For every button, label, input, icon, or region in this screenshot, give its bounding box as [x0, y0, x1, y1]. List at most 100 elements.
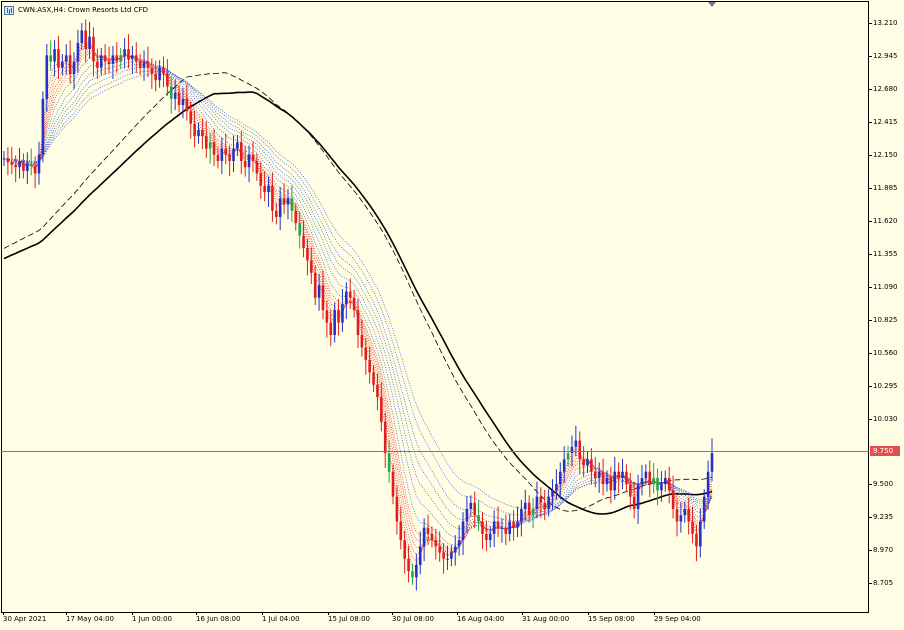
- candle-body: [329, 322, 333, 336]
- candle-body: [593, 471, 597, 478]
- candle-body: [185, 98, 189, 112]
- candle-body: [516, 521, 519, 528]
- candle-body: [177, 92, 181, 106]
- candle-body: [29, 163, 33, 166]
- chart-window-icon: [4, 5, 14, 15]
- candle-body: [477, 515, 480, 522]
- candle-body: [131, 55, 134, 60]
- candle-body: [504, 527, 508, 534]
- candle-body: [45, 55, 49, 99]
- candle-body: [282, 198, 286, 205]
- candle-body: [166, 73, 169, 87]
- candle-body: [691, 521, 694, 534]
- candle-body: [520, 509, 523, 522]
- candle-body: [465, 509, 469, 522]
- chart-title: CWN.ASX,H4: Crown Resorts Ltd CFD: [18, 6, 149, 14]
- candle-body: [492, 521, 496, 534]
- candle-body: [150, 67, 154, 74]
- candle-body: [391, 471, 395, 497]
- candle-body: [333, 310, 336, 336]
- candle-body: [613, 471, 617, 491]
- slow-ema-ribbon-line: [3, 70, 713, 516]
- candle-body: [271, 185, 274, 211]
- candle-body: [695, 533, 698, 547]
- candle-body: [399, 521, 403, 541]
- candle-body: [578, 440, 582, 460]
- candle-body: [228, 154, 231, 161]
- candle-body: [671, 490, 675, 510]
- price-tick-label: 12.680: [869, 85, 898, 93]
- chart-window[interactable]: CWN.ASX,H4: Crown Resorts Ltd CFD 9.750 …: [0, 0, 904, 630]
- candle-body: [485, 533, 488, 541]
- candle-body: [243, 160, 247, 168]
- candle-body: [302, 235, 305, 248]
- candle-body: [169, 86, 173, 99]
- time-tick-label: 15 Jul 08:00: [328, 612, 370, 623]
- candle-body: [648, 471, 652, 485]
- candle-body: [341, 303, 344, 323]
- time-tick-label: 30 Apr 2021: [3, 612, 47, 623]
- candle-body: [325, 310, 329, 323]
- candle-body: [481, 521, 484, 534]
- candle-body: [107, 61, 111, 65]
- candle-body: [146, 61, 150, 68]
- candle-body: [422, 527, 426, 547]
- long-moving-average-dashed-line: [3, 72, 713, 512]
- candle-body: [162, 67, 165, 74]
- candle-body: [383, 422, 387, 454]
- candle-body: [142, 61, 146, 68]
- candle-body: [181, 98, 185, 106]
- price-tick-label: 10.295: [869, 382, 898, 390]
- candle-body: [531, 509, 535, 516]
- candle-body: [356, 310, 360, 336]
- time-tick-label: 16 Jun 08:00: [196, 612, 241, 623]
- candle-body: [687, 509, 690, 522]
- time-tick-label: 1 Jun 00:00: [132, 612, 173, 623]
- candle-body: [656, 477, 659, 491]
- candle-body: [360, 335, 364, 348]
- candle-body: [617, 471, 620, 478]
- slow-ema-ribbon-line: [3, 66, 713, 522]
- candle-body: [64, 55, 68, 62]
- candle-body: [473, 502, 477, 516]
- price-axis[interactable]: 13.210 12.945 12.680 12.415 12.150 11.88…: [868, 0, 904, 614]
- candle-body: [679, 515, 683, 522]
- candle-body: [590, 459, 593, 472]
- price-tick-label: 11.355: [869, 250, 898, 258]
- candle-body: [33, 165, 37, 174]
- slow-ema-ribbon-line: [3, 61, 713, 530]
- candle-body: [224, 148, 228, 155]
- candle-body: [461, 521, 465, 541]
- chart-shift-marker-icon[interactable]: [708, 2, 716, 7]
- candle-body: [53, 49, 56, 62]
- candle-body: [313, 272, 317, 298]
- candle-body: [446, 558, 449, 560]
- current-price-line: [1, 451, 869, 452]
- price-tick-label: 11.620: [869, 217, 898, 225]
- candle-body: [418, 546, 422, 565]
- candle-body: [453, 546, 457, 553]
- candle-body: [621, 471, 624, 478]
- price-tick-label: 12.150: [869, 151, 898, 159]
- candle-body: [275, 210, 278, 217]
- time-axis[interactable]: 30 Apr 2021 17 May 04:00 1 Jun 00:00 16 …: [0, 612, 904, 630]
- candle-body: [345, 291, 348, 304]
- candle-body: [547, 496, 550, 510]
- candle-body: [442, 552, 445, 559]
- candle-body: [543, 502, 547, 510]
- candle-body: [255, 160, 259, 174]
- candle-body: [26, 163, 29, 171]
- price-tick-label: 13.210: [869, 19, 898, 27]
- candle-body: [92, 36, 95, 62]
- candle-body: [212, 142, 216, 155]
- candle-body: [426, 527, 430, 534]
- candle-body: [286, 198, 290, 205]
- candle-body: [22, 160, 25, 171]
- candle-body: [632, 496, 636, 510]
- candle-body: [450, 552, 453, 559]
- candle-body: [469, 502, 473, 510]
- candle-body: [193, 123, 196, 137]
- candle-body: [667, 477, 671, 491]
- price-tick-label: 8.705: [868, 579, 894, 587]
- time-tick-label: 16 Aug 04:00: [457, 612, 505, 623]
